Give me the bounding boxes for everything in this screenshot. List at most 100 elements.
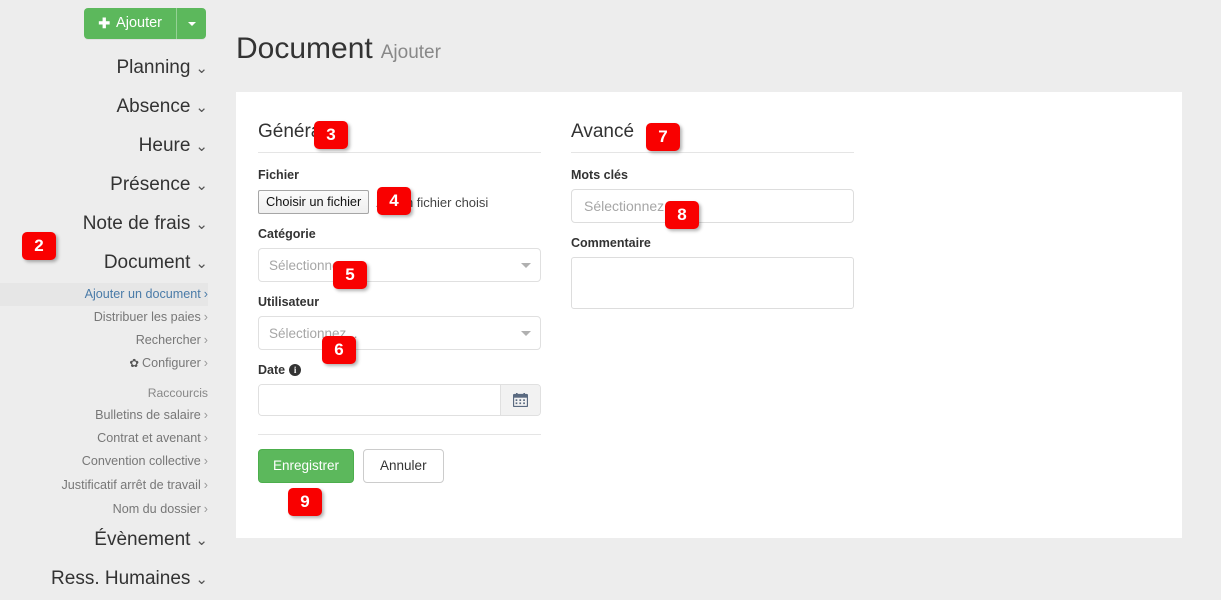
sidebar-item-ress-humaines[interactable]: Ress. Humaines ⌄: [0, 560, 208, 599]
page-title: Document Ajouter: [236, 20, 1221, 72]
shortcuts-heading: Raccourcis: [147, 386, 208, 400]
sidebar-item-ajouter-un-document[interactable]: Ajouter un document ›: [0, 283, 208, 306]
sidebar-item-label: Document: [103, 252, 191, 273]
form-card: Général Fichier Choisir un fichier Aucun…: [236, 92, 1182, 539]
sidebar-item-planning[interactable]: Planning ⌄: [0, 49, 208, 88]
add-button-wrapper: ✚ Ajouter: [0, 0, 222, 39]
sidebar-shortcut-bulletins-de-salaire[interactable]: Bulletins de salaire ›: [0, 404, 208, 427]
cancel-button[interactable]: Annuler: [363, 449, 444, 484]
add-button-dropdown-toggle[interactable]: [176, 8, 206, 39]
date-input-group: [258, 384, 541, 417]
sidebar-item-label: Présence: [110, 174, 191, 195]
chevron-down-icon: ⌄: [195, 571, 208, 588]
sidebar-item-evenement[interactable]: Évènement ⌄: [0, 521, 208, 560]
sidebar-item-label: Évènement: [94, 529, 191, 550]
date-field: Date i: [258, 362, 541, 417]
add-button-label: Ajouter: [116, 15, 162, 31]
sidebar-item-absence[interactable]: Absence ⌄: [0, 88, 208, 127]
general-section: Général Fichier Choisir un fichier Aucun…: [258, 120, 541, 484]
sidebar-item-distribuer-les-paies[interactable]: Distribuer les paies ›: [0, 306, 208, 329]
chevron-down-icon: ⌄: [195, 255, 208, 272]
sidebar-item-label: Heure: [138, 135, 191, 156]
comment-field: Commentaire: [571, 235, 854, 314]
chevron-down-icon: ⌄: [195, 99, 208, 116]
sidebar-item-heure[interactable]: Heure ⌄: [0, 127, 208, 166]
calendar-icon: [513, 393, 528, 408]
sidebar-shortcut-justificatif-arret-de-travail[interactable]: Justificatif arrêt de travail ›: [0, 473, 209, 498]
annotation-badge-6: 6: [322, 336, 356, 364]
app-root: ✚ Ajouter Planning ⌄ Absence ⌄ Heure ⌄ Prés…: [0, 0, 1221, 600]
sidebar-item-rechercher[interactable]: Rechercher ›: [0, 329, 208, 352]
form-divider: [258, 434, 541, 436]
main-content: Document Ajouter Général Fichier Choisir …: [236, 0, 1221, 539]
chevron-down-icon: ⌄: [195, 216, 208, 233]
chevron-right-icon: ›: [203, 356, 208, 370]
sidebar-shortcut-nom-du-dossier[interactable]: Nom du dossier ›: [0, 498, 208, 521]
date-label-text: Date: [258, 363, 286, 378]
user-select[interactable]: Sélectionnez...: [258, 316, 541, 351]
page-subtitle-text: Ajouter: [380, 42, 441, 64]
sidebar: ✚ Ajouter Planning ⌄ Absence ⌄ Heure ⌄ Prés…: [0, 0, 222, 600]
user-field-label: Utilisateur: [258, 295, 320, 310]
advanced-section-title: Avancé: [571, 120, 854, 154]
form-actions: Enregistrer Annuler: [258, 449, 541, 484]
chevron-down-icon: [521, 331, 531, 337]
chevron-down-icon: ⌄: [195, 177, 208, 194]
sidebar-item-label: Note de frais: [82, 213, 191, 234]
keywords-input[interactable]: Sélectionnez...: [571, 189, 854, 224]
category-field: Catégorie Sélectionnez...: [258, 226, 541, 283]
sidebar-item-label: Nom du dossier: [112, 502, 201, 516]
chevron-down-icon: ⌄: [195, 138, 208, 155]
sidebar-item-presence[interactable]: Présence ⌄: [0, 166, 208, 205]
sidebar-item-label: Planning: [116, 57, 191, 78]
annotation-badge-7: 7: [646, 123, 680, 151]
comment-field-label: Commentaire: [571, 236, 651, 251]
chevron-right-icon: ›: [203, 408, 208, 422]
annotation-badge-3: 3: [314, 121, 348, 149]
caret-down-icon: [187, 21, 196, 26]
sidebar-item-label: Convention collective: [81, 454, 201, 468]
save-button[interactable]: Enregistrer: [258, 449, 355, 484]
chevron-right-icon: ›: [203, 454, 208, 468]
sidebar-item-label: Absence: [116, 96, 191, 117]
calendar-button[interactable]: [500, 385, 540, 416]
info-icon[interactable]: i: [289, 364, 302, 377]
sidebar-item-label: Ajouter un document: [84, 287, 201, 301]
sidebar-item-label: Bulletins de salaire: [95, 408, 201, 422]
annotation-badge-9: 9: [288, 488, 322, 516]
chevron-right-icon: ›: [203, 287, 208, 301]
keywords-field-label: Mots clés: [571, 168, 628, 183]
keywords-input-placeholder: Sélectionnez...: [584, 198, 676, 215]
sidebar-item-label: Rechercher: [135, 333, 201, 347]
user-field: Utilisateur Sélectionnez...: [258, 294, 541, 351]
sidebar-item-label: Distribuer les paies: [93, 310, 201, 324]
chevron-down-icon: ⌄: [195, 532, 208, 549]
chevron-down-icon: [521, 263, 531, 269]
sidebar-item-label: Configurer: [141, 356, 201, 370]
sidebar-item-label: Justificatif arrêt de travail: [61, 478, 201, 492]
advanced-section: Avancé Mots clés Sélectionnez... Comment…: [571, 120, 854, 483]
chevron-right-icon: ›: [203, 333, 208, 347]
general-section-title: Général: [258, 120, 541, 154]
chevron-right-icon: ›: [203, 478, 208, 492]
category-select[interactable]: Sélectionnez...: [258, 248, 541, 283]
chevron-right-icon: ›: [203, 502, 208, 516]
chevron-right-icon: ›: [203, 431, 208, 445]
choose-file-button[interactable]: Choisir un fichier: [258, 190, 370, 215]
sidebar-shortcut-convention-collective[interactable]: Convention collective ›: [0, 450, 208, 473]
chevron-right-icon: ›: [203, 310, 208, 324]
comment-textarea[interactable]: [571, 257, 854, 310]
file-field-label: Fichier: [258, 168, 299, 183]
category-field-label: Catégorie: [258, 227, 316, 242]
date-input[interactable]: [259, 385, 500, 416]
annotation-badge-2: 2: [22, 232, 56, 260]
gear-icon: ✿: [129, 358, 139, 370]
sidebar-shortcut-contrat-et-avenant[interactable]: Contrat et avenant ›: [0, 427, 208, 450]
add-button[interactable]: ✚ Ajouter: [84, 8, 206, 39]
add-button-main[interactable]: ✚ Ajouter: [84, 8, 176, 39]
sidebar-item-configurer[interactable]: ✿ Configurer ›: [0, 352, 208, 376]
annotation-badge-4: 4: [377, 187, 411, 215]
page-title-text: Document: [236, 32, 373, 66]
annotation-badge-8: 8: [665, 201, 699, 229]
sidebar-item-label: Ress. Humaines: [51, 568, 191, 589]
